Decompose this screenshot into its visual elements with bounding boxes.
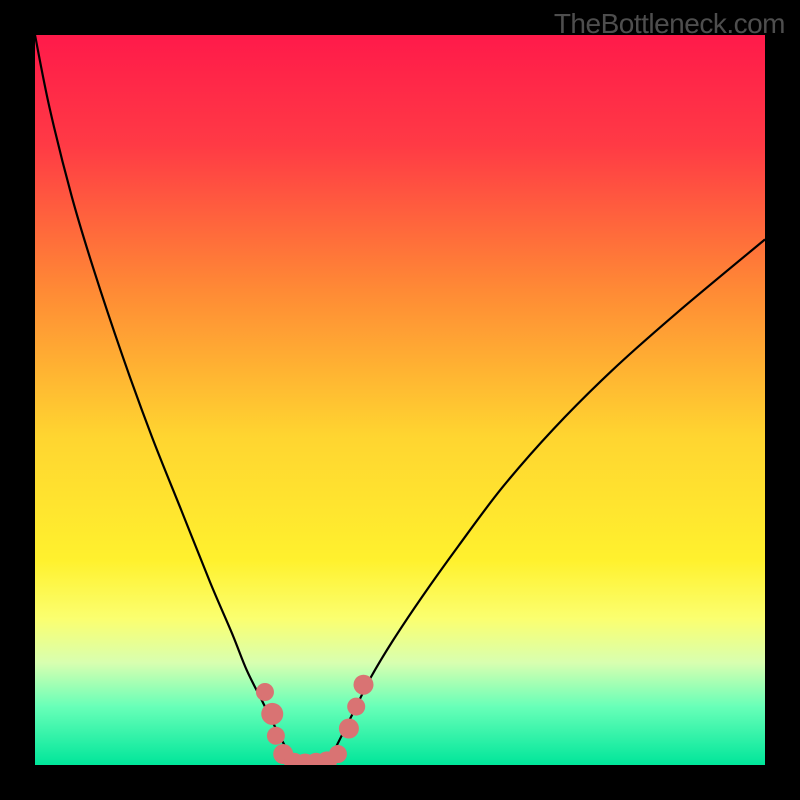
data-marker: [347, 698, 365, 716]
chart-frame: TheBottleneck.com: [0, 0, 800, 800]
data-marker: [261, 703, 283, 725]
plot-area: [35, 35, 765, 765]
watermark-text: TheBottleneck.com: [554, 8, 785, 40]
data-marker: [267, 727, 285, 745]
data-marker: [329, 745, 347, 763]
chart-svg: [35, 35, 765, 765]
data-marker: [339, 719, 359, 739]
data-marker: [354, 675, 374, 695]
data-marker: [256, 683, 274, 701]
gradient-background: [35, 35, 765, 765]
